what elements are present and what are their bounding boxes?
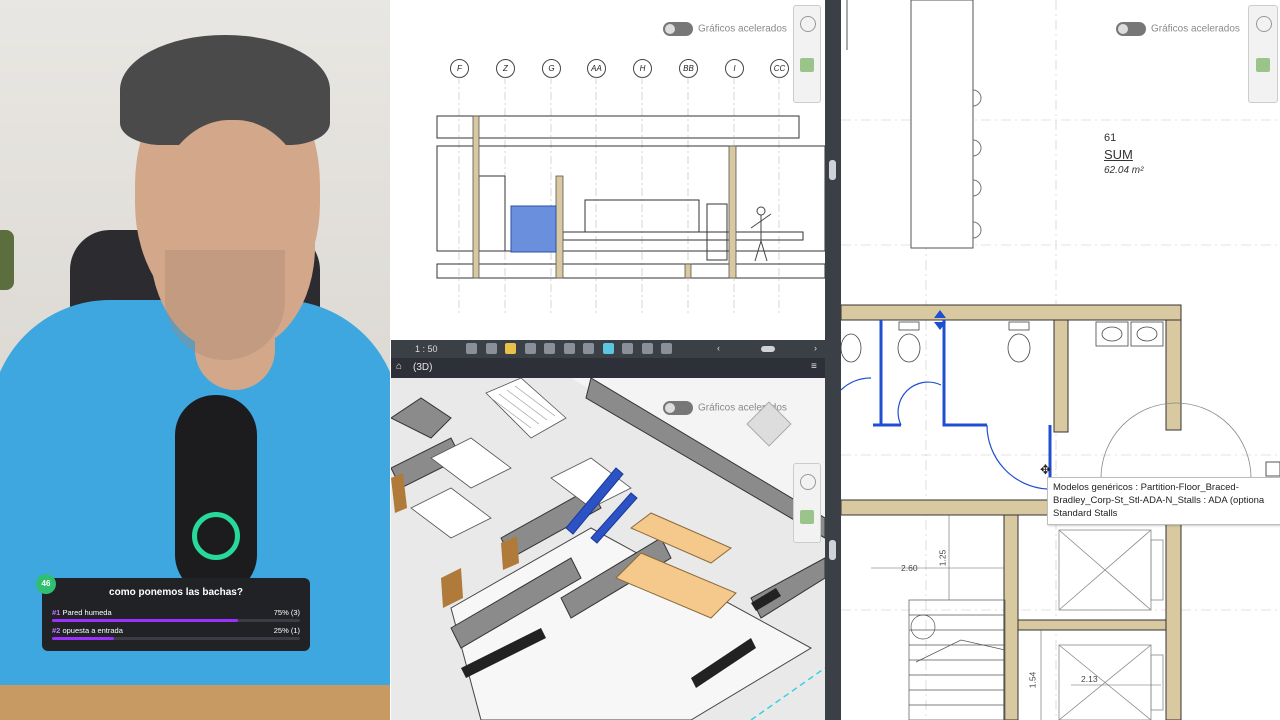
toggle-switch[interactable] [1116, 22, 1146, 36]
room-name[interactable]: SUM [1104, 147, 1133, 162]
accelerated-graphics-label: Gráficos acelerados [1151, 23, 1240, 35]
tab-menu-icon[interactable]: ≡ [811, 361, 817, 372]
sun-path-icon[interactable] [505, 343, 517, 355]
tooltip-line: Bradley_Corp-St_Stl-ADA-N_Stalls : ADA (… [1053, 495, 1265, 506]
steering-wheel-icon[interactable] [800, 474, 816, 490]
plant [0, 230, 14, 290]
floor-plan-drawing [841, 0, 1280, 720]
highlight-displacement-icon[interactable] [661, 343, 673, 355]
accelerated-graphics-label: Gráficos acelerados [698, 23, 787, 35]
view-tab-title: (3D) [413, 362, 433, 373]
element-tooltip: Modelos genéricos : Partition-Floor_Brac… [1047, 477, 1280, 525]
poll-option-bar-fill [52, 619, 238, 622]
poll-option-label: Pared humeda [62, 608, 112, 617]
poll-question: como ponemos las bachas? [109, 587, 243, 598]
accelerated-graphics-toggle[interactable]: Gráficos acelerados [1116, 22, 1240, 36]
poll-option-label: opuesta a entrada [62, 626, 123, 635]
zoom-region-icon[interactable] [800, 58, 814, 72]
visual-style-icon[interactable] [485, 343, 497, 355]
tooltip-line: Standard Stalls [1053, 508, 1118, 519]
zoom-region-icon[interactable] [800, 510, 814, 524]
toggle-switch[interactable] [663, 22, 693, 36]
poll-option-number: #1 [52, 608, 61, 617]
navigation-bar[interactable] [793, 463, 821, 543]
scroll-thumb-bottom[interactable] [829, 540, 836, 560]
chat-poll-widget: 46 como ponemos las bachas? #1 Pared hum… [36, 574, 310, 651]
dimension-label: 1.54 [1027, 671, 1038, 689]
floor-plan-view[interactable]: Gráficos acelerados 61 SUM 62.04 m² 2.60… [841, 0, 1280, 720]
detail-level-icon[interactable] [466, 343, 477, 355]
steering-wheel-icon[interactable] [1256, 16, 1272, 32]
chevron-left-icon[interactable]: ‹ [717, 343, 720, 353]
view-control-bar: 1 : 50 ‹ › [391, 340, 825, 358]
reveal-hidden-icon[interactable] [602, 343, 614, 355]
poll-option-2: #2 opuesta a entrada 25% (1) [52, 626, 300, 644]
room-number: 61 [1104, 132, 1117, 144]
horizontal-scroll-thumb[interactable] [761, 346, 775, 352]
steering-wheel-icon[interactable] [800, 16, 816, 32]
home-icon[interactable]: ⌂ [396, 361, 402, 372]
view-control-icons [463, 343, 675, 355]
shadows-icon[interactable] [524, 343, 536, 355]
move-cursor-icon: ✥ [1040, 462, 1051, 477]
poll-option-result: 25% (1) [273, 626, 300, 635]
poll-option-number: #2 [52, 626, 61, 635]
temporary-hide-icon[interactable] [583, 343, 595, 355]
crop-view-icon[interactable] [544, 343, 556, 355]
lock-3d-view-icon[interactable] [622, 343, 634, 355]
poll-option-bar [52, 637, 300, 640]
desk [0, 685, 390, 720]
poll-option-bar-fill [52, 637, 114, 640]
3d-view[interactable]: Gráficos acelerados [391, 378, 825, 720]
accelerated-graphics-toggle[interactable]: Gráficos acelerados [663, 22, 787, 36]
tooltip-line: Modelos genéricos : Partition-Floor_Brac… [1053, 482, 1239, 493]
microphone [175, 395, 257, 595]
elevation-view[interactable]: Gráficos acelerados F Z G AA H BB I CC [391, 0, 825, 340]
poll-option-bar [52, 619, 300, 622]
poll-option-result: 75% (3) [273, 608, 300, 617]
view-tab-3d[interactable]: ⌂ (3D) ≡ [391, 358, 825, 378]
scale-selector[interactable]: 1 : 50 [415, 344, 438, 354]
vertical-scrollbar[interactable] [825, 0, 841, 720]
elevation-drawing [436, 76, 825, 316]
dimension-label: 2.13 [1081, 674, 1098, 684]
show-crop-region-icon[interactable] [563, 343, 575, 355]
poll-option-1: #1 Pared humeda 75% (3) [52, 608, 300, 626]
zoom-region-icon[interactable] [1256, 58, 1270, 72]
scroll-thumb-top[interactable] [829, 160, 836, 180]
toggle-switch[interactable] [663, 401, 693, 415]
microphone-ring-light [192, 512, 240, 560]
room-area: 62.04 m² [1104, 165, 1144, 176]
chevron-right-icon[interactable]: › [814, 343, 817, 353]
analytical-model-icon[interactable] [641, 343, 653, 355]
dimension-label: 2.60 [901, 563, 918, 573]
navigation-bar[interactable] [1248, 5, 1278, 103]
dimension-label: 1.25 [937, 549, 948, 567]
